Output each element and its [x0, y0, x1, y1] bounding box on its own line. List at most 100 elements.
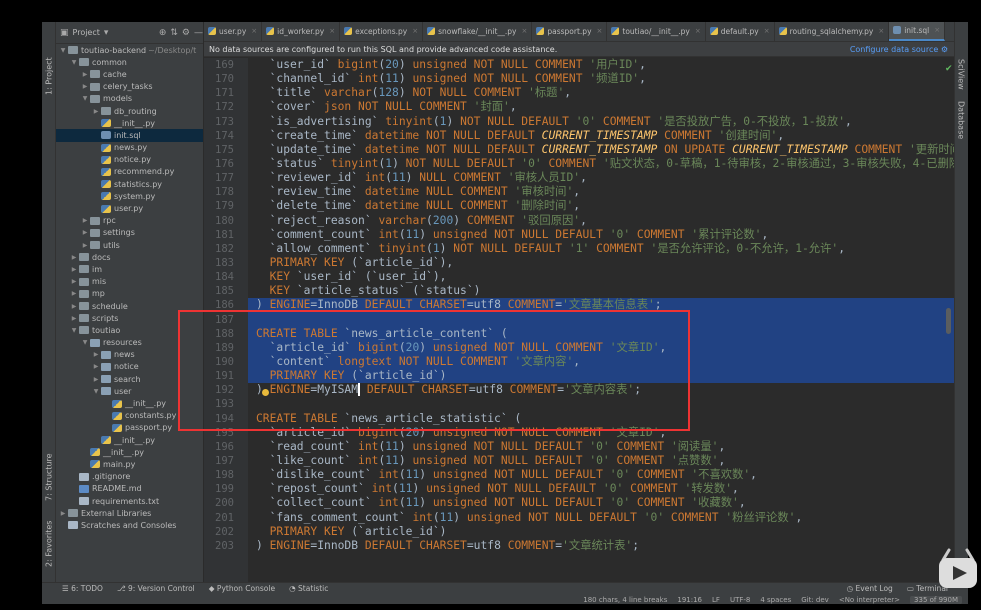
- code-line[interactable]: `like_count` int(11) unsigned NOT NULL D…: [248, 454, 954, 468]
- file-encoding[interactable]: UTF-8: [730, 596, 750, 604]
- configure-data-source-link[interactable]: Configure data source ⚙: [850, 45, 954, 54]
- chevron-right-icon[interactable]: ▶: [58, 510, 68, 517]
- tree-item[interactable]: ▶ settings: [56, 227, 203, 239]
- code-line[interactable]: `channel_id` int(11) unsigned NOT NULL C…: [248, 72, 954, 86]
- tree-item[interactable]: constants.py: [56, 410, 203, 422]
- chevron-right-icon[interactable]: ▶: [69, 315, 79, 322]
- tree-item[interactable]: ▶ scripts: [56, 312, 203, 324]
- code-line[interactable]: `update_time` datetime NOT NULL DEFAULT …: [248, 143, 954, 157]
- code-line[interactable]: KEY `article_status` (`status`): [248, 284, 954, 298]
- tree-item[interactable]: .gitignore: [56, 471, 203, 483]
- code-editor[interactable]: `user_id` bigint(20) unsigned NOT NULL C…: [248, 58, 954, 582]
- tree-item[interactable]: __init__.py: [56, 117, 203, 129]
- code-line[interactable]: `is_advertising` tinyint(1) NOT NULL DEF…: [248, 115, 954, 129]
- code-line[interactable]: `comment_count` int(11) unsigned NOT NUL…: [248, 228, 954, 242]
- gear-icon[interactable]: ⚙: [941, 45, 948, 54]
- code-line[interactable]: `allow_comment` tinyint(1) NOT NULL DEFA…: [248, 242, 954, 256]
- chevron-right-icon[interactable]: ▶: [91, 363, 101, 370]
- tree-item[interactable]: __init__.py: [56, 397, 203, 409]
- tree-item[interactable]: __init__.py: [56, 434, 203, 446]
- database-tool-tab[interactable]: Database: [954, 98, 968, 142]
- chevron-right-icon[interactable]: ▶: [69, 290, 79, 297]
- chevron-down-icon[interactable]: ▼: [80, 339, 90, 346]
- chevron-down-icon[interactable]: ▼: [69, 327, 79, 334]
- code-line[interactable]: `review_time` datetime NULL COMMENT '审核时…: [248, 185, 954, 199]
- editor-tab[interactable]: toutiao/__init__.py ×: [607, 22, 706, 41]
- intention-bulb-icon[interactable]: [262, 389, 269, 396]
- tree-item[interactable]: ▶ rpc: [56, 215, 203, 227]
- chevron-right-icon[interactable]: ▶: [69, 303, 79, 310]
- close-icon[interactable]: ×: [934, 26, 940, 34]
- code-line[interactable]: `dislike_count` int(11) unsigned NOT NUL…: [248, 468, 954, 482]
- chevron-right-icon[interactable]: ▶: [80, 217, 90, 224]
- code-line[interactable]: `create_time` datetime NOT NULL DEFAULT …: [248, 129, 954, 143]
- code-line[interactable]: `article_id` bigint(20) unsigned NOT NUL…: [248, 426, 954, 440]
- version-control-tool-button[interactable]: ⎇ 9: Version Control: [117, 584, 195, 593]
- code-line[interactable]: `delete_time` datetime NULL COMMENT '删除时…: [248, 199, 954, 213]
- close-icon[interactable]: ×: [251, 27, 257, 35]
- line-separator[interactable]: LF: [712, 596, 720, 604]
- tree-item[interactable]: news.py: [56, 142, 203, 154]
- code-line[interactable]: `read_count` int(11) unsigned NOT NULL D…: [248, 440, 954, 454]
- editor-tab[interactable]: passport.py ×: [532, 22, 608, 41]
- code-line[interactable]: `reviewer_id` int(11) NULL COMMENT '审核人员…: [248, 171, 954, 185]
- hide-icon[interactable]: —: [194, 28, 203, 38]
- editor-scrollbar-thumb[interactable]: [946, 308, 951, 334]
- code-line[interactable]: `fans_comment_count` int(11) unsigned NO…: [248, 511, 954, 525]
- structure-tool-tab[interactable]: 7: Structure: [42, 450, 56, 505]
- editor-tab[interactable]: exceptions.py ×: [340, 22, 424, 41]
- close-icon[interactable]: ×: [522, 27, 528, 35]
- statistic-tool-button[interactable]: ◔ Statistic: [289, 584, 328, 593]
- code-line[interactable]: `reject_reason` varchar(200) COMMENT '驳回…: [248, 214, 954, 228]
- code-line[interactable]: `user_id` bigint(20) unsigned NOT NULL C…: [248, 58, 954, 72]
- tree-item[interactable]: ▶ mp: [56, 288, 203, 300]
- code-line[interactable]: `cover` json NOT NULL COMMENT '封面',: [248, 100, 954, 114]
- tree-item[interactable]: ▼ toutiao: [56, 324, 203, 336]
- editor-tab[interactable]: routing_sqlalchemy.py ×: [775, 22, 890, 41]
- tree-item[interactable]: ▶ im: [56, 263, 203, 275]
- code-line[interactable]: CREATE TABLE `news_article_content` (: [248, 326, 954, 341]
- editor-tab[interactable]: snowflake/__init__.py ×: [423, 22, 533, 41]
- tree-item[interactable]: passport.py: [56, 422, 203, 434]
- caret-position[interactable]: 191:16: [677, 596, 702, 604]
- close-icon[interactable]: ×: [329, 27, 335, 35]
- code-line[interactable]: KEY `user_id` (`user_id`),: [248, 270, 954, 284]
- project-tool-tab[interactable]: 1: Project: [42, 46, 56, 106]
- tree-item[interactable]: ▼ resources: [56, 337, 203, 349]
- code-line[interactable]: [248, 397, 954, 411]
- indent-setting[interactable]: 4 spaces: [760, 596, 791, 604]
- tree-item[interactable]: ▶ notice: [56, 361, 203, 373]
- tree-item[interactable]: ▶ news: [56, 349, 203, 361]
- tree-item[interactable]: ▶ search: [56, 373, 203, 385]
- chevron-down-icon[interactable]: ▼: [80, 95, 90, 102]
- tree-item[interactable]: main.py: [56, 458, 203, 470]
- chevron-right-icon[interactable]: ▶: [80, 83, 90, 90]
- code-line[interactable]: `repost_count` int(11) unsigned NOT NULL…: [248, 482, 954, 496]
- code-line[interactable]: `status` tinyint(1) NOT NULL DEFAULT '0'…: [248, 157, 954, 171]
- favorites-tool-tab[interactable]: 2: Favorites: [42, 516, 56, 571]
- gear-icon[interactable]: ⚙: [182, 28, 190, 38]
- code-line[interactable]: `title` varchar(128) NOT NULL COMMENT '标…: [248, 86, 954, 100]
- git-branch[interactable]: Git: dev: [801, 596, 829, 604]
- tree-item[interactable]: ▶ mis: [56, 276, 203, 288]
- code-line[interactable]: ) ENGINE=MyISAM DEFAULT CHARSET=utf8 COM…: [248, 383, 954, 397]
- tree-item[interactable]: ▶ schedule: [56, 300, 203, 312]
- tree-item[interactable]: ▶ celery_tasks: [56, 81, 203, 93]
- tree-item[interactable]: __init__.py: [56, 446, 203, 458]
- close-icon[interactable]: ×: [597, 27, 603, 35]
- close-icon[interactable]: ×: [878, 27, 884, 35]
- close-icon[interactable]: ×: [764, 27, 770, 35]
- code-line[interactable]: [248, 312, 954, 327]
- project-title[interactable]: Project: [73, 28, 100, 37]
- code-line[interactable]: ) ENGINE=InnoDB DEFAULT CHARSET=utf8 COM…: [248, 539, 954, 553]
- tree-item[interactable]: Scratches and Consoles: [56, 519, 203, 531]
- close-icon[interactable]: ×: [695, 27, 701, 35]
- code-line[interactable]: `article_id` bigint(20) unsigned NOT NUL…: [248, 340, 954, 355]
- editor-tab[interactable]: user.py ×: [204, 22, 263, 41]
- chevron-right-icon[interactable]: ▶: [91, 108, 101, 115]
- chevron-right-icon[interactable]: ▶: [69, 278, 79, 285]
- chevron-right-icon[interactable]: ▶: [69, 254, 79, 261]
- todo-tool-button[interactable]: ☰ 6: TODO: [62, 584, 103, 593]
- code-line[interactable]: `content` longtext NOT NULL COMMENT '文章内…: [248, 354, 954, 370]
- video-play-icon[interactable]: [937, 542, 979, 597]
